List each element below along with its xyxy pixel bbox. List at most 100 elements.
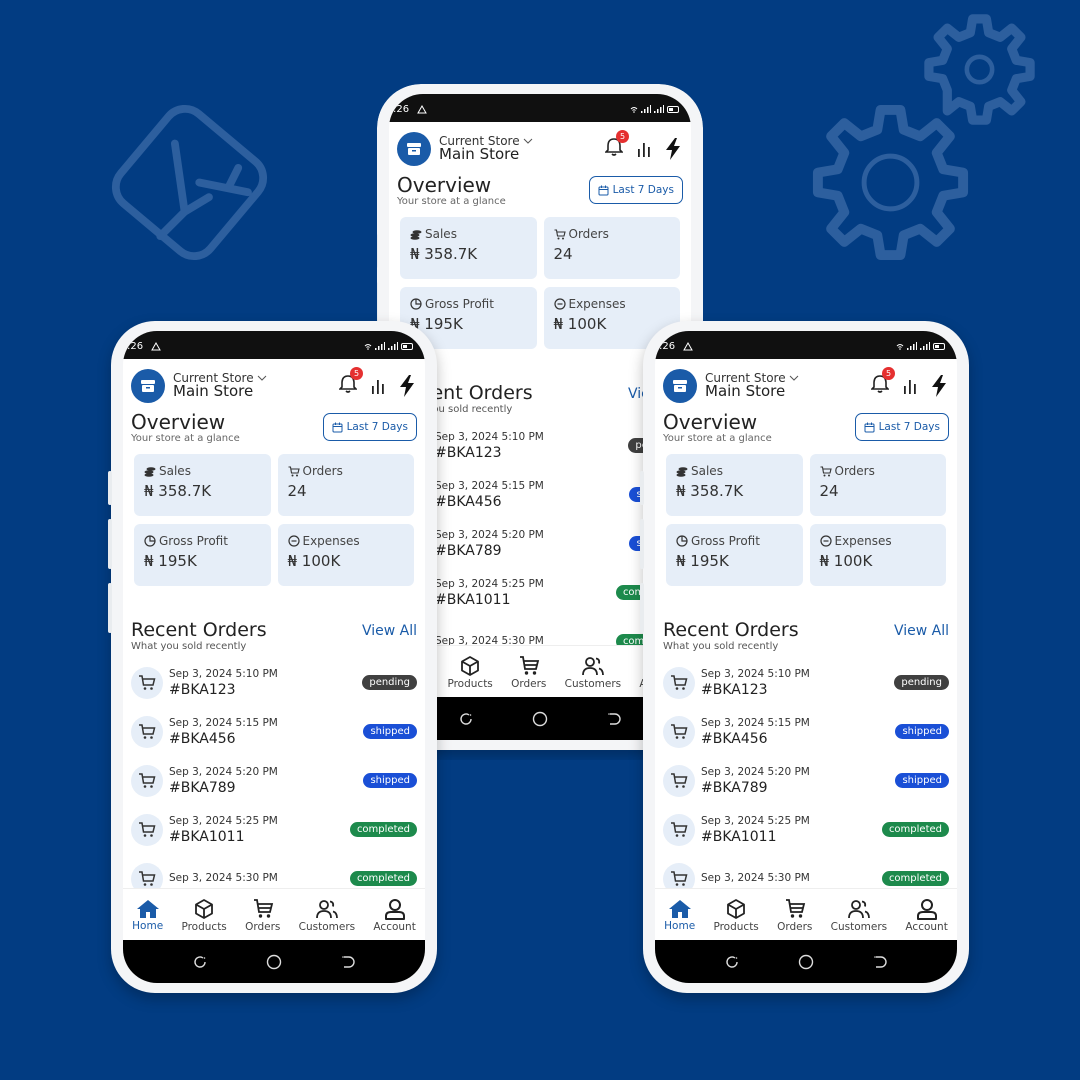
wifi-icon — [364, 343, 372, 350]
status-badge: shipped — [895, 724, 949, 739]
user-icon — [916, 899, 937, 920]
order-date: Sep 3, 2024 5:25 PM — [169, 814, 278, 827]
lightning-icon[interactable] — [931, 375, 947, 397]
status-time: :26 — [127, 340, 144, 352]
order-id: #BKA123 — [435, 444, 502, 461]
stat-card-sales[interactable]: Sales ₦ 358.7K — [134, 454, 271, 516]
home-circle-icon[interactable] — [266, 954, 282, 970]
bar-chart-icon[interactable] — [637, 141, 651, 157]
store-selector[interactable]: Current Store Main Store — [439, 135, 605, 163]
cart-icon — [671, 821, 688, 837]
stat-card-orders[interactable]: Orders 24 — [543, 217, 680, 279]
nav-products[interactable]: Products — [447, 655, 493, 690]
stat-card-orders[interactable]: Orders 24 — [277, 454, 414, 516]
order-row[interactable]: Sep 3, 2024 5:10 PM#BKA123 pending — [397, 421, 683, 470]
nav-orders[interactable]: Orders — [245, 898, 280, 933]
date-range-button[interactable]: Last 7 Days — [322, 413, 417, 441]
notifications-button[interactable]: 5 — [604, 130, 629, 161]
status-time: :26 — [659, 340, 676, 352]
order-row[interactable]: Sep 3, 2024 5:20 PM#BKA789 shipped — [663, 756, 949, 805]
notifications-button[interactable]: 5 — [338, 367, 363, 398]
order-date: Sep 3, 2024 5:15 PM — [435, 479, 544, 492]
date-range-button[interactable]: Last 7 Days — [854, 413, 949, 441]
order-row[interactable]: Sep 3, 2024 5:10 PM#BKA123 pending — [663, 658, 949, 707]
pie-chart-icon — [410, 298, 422, 310]
back-icon[interactable] — [873, 955, 887, 969]
recents-icon[interactable] — [459, 712, 473, 726]
order-id: #BKA456 — [701, 730, 768, 747]
overview-subtitle: Your store at a glance — [663, 433, 772, 444]
stat-card-sales[interactable]: Sales ₦ 358.7K — [400, 217, 537, 279]
battery-icon — [401, 342, 413, 350]
notifications-button[interactable]: 5 — [870, 367, 895, 398]
nav-customers[interactable]: Customers — [565, 655, 621, 690]
pie-chart-icon — [144, 535, 156, 547]
store-avatar[interactable] — [663, 369, 697, 403]
home-circle-icon[interactable] — [532, 711, 548, 727]
phone-side-button — [108, 583, 112, 633]
stats-grid: Sales ₦ 358.7K Orders 24 Gross Profit ₦ … — [123, 444, 425, 586]
store-selector[interactable]: Current Store Main Store — [705, 372, 871, 400]
recents-icon[interactable] — [193, 955, 207, 969]
status-badge: pending — [894, 675, 949, 690]
status-badge: shipped — [363, 773, 417, 788]
order-row[interactable]: Sep 3, 2024 5:15 PM#BKA456 shipped — [663, 707, 949, 756]
store-selector[interactable]: Current Store Main Store — [173, 372, 339, 400]
order-id: #BKA1011 — [701, 828, 777, 845]
nav-products[interactable]: Products — [713, 898, 759, 933]
home-circle-icon[interactable] — [798, 954, 814, 970]
store-avatar[interactable] — [397, 132, 431, 166]
nav-orders[interactable]: Orders — [777, 898, 812, 933]
order-row[interactable]: Sep 3, 2024 5:25 PM#BKA1011 completed — [663, 805, 949, 854]
nav-account[interactable]: Account — [373, 898, 416, 933]
store-name: Main Store — [439, 145, 520, 164]
minus-circle-icon — [287, 535, 300, 547]
notification-badge: 5 — [350, 367, 363, 380]
back-icon[interactable] — [341, 955, 355, 969]
nav-customers[interactable]: Customers — [831, 898, 887, 933]
nav-home[interactable]: Home — [664, 899, 695, 932]
nav-orders[interactable]: Orders — [511, 655, 546, 690]
phone-side-button — [108, 471, 112, 505]
stat-card-gross-profit[interactable]: Gross Profit ₦ 195K — [134, 524, 271, 586]
stat-label: Orders — [568, 227, 609, 241]
stat-value: ₦ 100K — [287, 552, 341, 570]
stat-card-sales[interactable]: Sales ₦ 358.7K — [666, 454, 803, 516]
stat-value: ₦ 358.7K — [676, 482, 744, 500]
order-row[interactable]: Sep 3, 2024 5:10 PM#BKA123 pending — [131, 658, 417, 707]
date-range-button[interactable]: Last 7 Days — [588, 176, 683, 204]
cart-icon — [139, 870, 156, 886]
lightning-icon[interactable] — [399, 375, 415, 397]
view-all-link[interactable]: View All — [894, 623, 949, 639]
nav-account[interactable]: Account — [905, 898, 948, 933]
nav-products[interactable]: Products — [181, 898, 227, 933]
stat-card-expenses[interactable]: Expenses ₦ 100K — [809, 524, 946, 586]
stat-value: ₦ 100K — [553, 315, 607, 333]
lightning-icon[interactable] — [665, 138, 681, 160]
cart-icon — [288, 465, 300, 476]
order-row[interactable]: Sep 3, 2024 5:25 PM#BKA1011 completed — [131, 805, 417, 854]
order-row[interactable]: Sep 3, 2024 5:15 PM#BKA456 shipped — [131, 707, 417, 756]
app-header: Current Store Main Store 5 — [655, 359, 957, 405]
nav-home[interactable]: Home — [132, 899, 163, 932]
phone-right: :26 Current Store Main Store 5 Overview … — [640, 321, 969, 993]
home-icon — [136, 900, 159, 918]
stat-value: ₦ 358.7K — [410, 245, 478, 263]
stat-card-orders[interactable]: Orders 24 — [809, 454, 946, 516]
system-nav-bar — [123, 940, 425, 983]
box-icon — [461, 656, 480, 676]
stat-card-expenses[interactable]: Expenses ₦ 100K — [277, 524, 414, 586]
bar-chart-icon[interactable] — [903, 378, 917, 394]
back-icon[interactable] — [607, 712, 621, 726]
view-all-link[interactable]: View All — [362, 623, 417, 639]
stat-card-gross-profit[interactable]: Gross Profit ₦ 195K — [666, 524, 803, 586]
stat-label: Gross Profit — [425, 297, 494, 311]
store-avatar[interactable] — [131, 369, 165, 403]
nav-customers[interactable]: Customers — [299, 898, 355, 933]
recents-icon[interactable] — [725, 955, 739, 969]
order-id: #BKA123 — [701, 681, 768, 698]
stat-label: Gross Profit — [159, 534, 228, 548]
nav-label: Customers — [298, 921, 356, 933]
bar-chart-icon[interactable] — [371, 378, 385, 394]
order-row[interactable]: Sep 3, 2024 5:20 PM#BKA789 shipped — [131, 756, 417, 805]
